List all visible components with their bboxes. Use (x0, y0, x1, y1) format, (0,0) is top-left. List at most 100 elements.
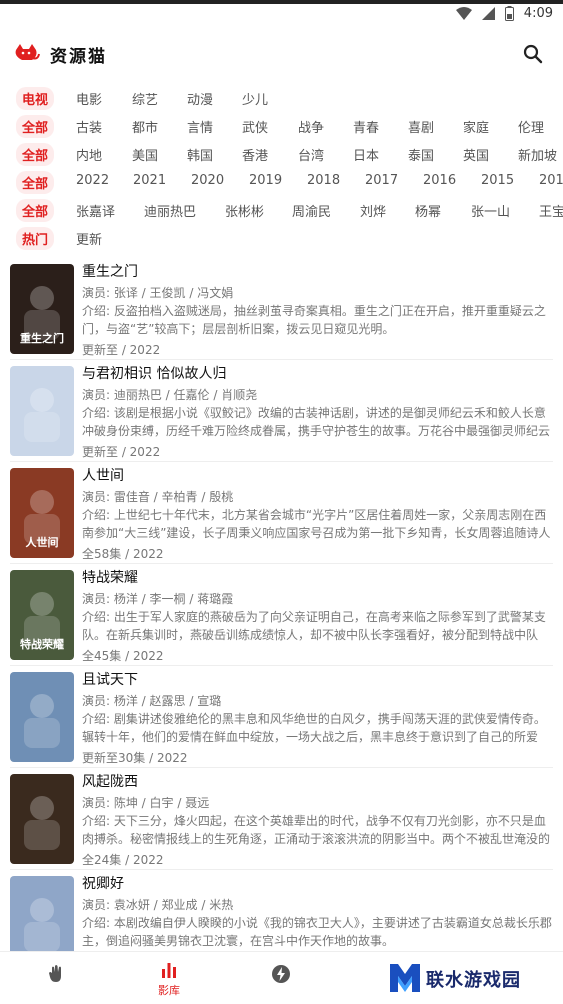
item-description: 介绍: 反盗拍档入盗贼迷局，抽丝剥茧寻奇案真相。重生之门正在开启，推开重重疑云之… (82, 304, 546, 336)
item-cast: 演员: 张译 / 王俊凯 / 冯文娟 (82, 286, 234, 300)
poster-image[interactable]: 人世间 (10, 468, 74, 558)
filter-region-item[interactable]: 日本 (353, 145, 379, 164)
filter-region-item[interactable]: 英国 (463, 145, 489, 164)
filter-year-item[interactable]: 2019 (249, 173, 282, 188)
poster-figure (30, 694, 54, 718)
filter-year-item[interactable]: 2020 (191, 173, 224, 188)
filter-actor-item[interactable]: 王宝强 (539, 201, 563, 220)
poster-image[interactable] (10, 876, 74, 951)
filter-type-movie[interactable]: 电影 (76, 89, 102, 108)
poster-image[interactable] (10, 366, 74, 456)
poster-figure (30, 898, 54, 922)
poster-figure-body (24, 922, 60, 951)
filter-actor-item[interactable]: 周渝民 (292, 201, 331, 220)
filter-year-item[interactable]: 2022 (76, 173, 109, 188)
filter-region-item[interactable]: 香港 (242, 145, 268, 164)
item-meta: 更新至 / 2022 (82, 445, 161, 459)
nav-discover[interactable] (236, 952, 326, 1004)
poster-figure (30, 286, 54, 310)
filter-region-item[interactable]: 新加坡 (518, 145, 557, 164)
filter-row-actor: 全部 张嘉译 迪丽热巴 张彬彬 周渝民 刘烨 杨幂 张一山 王宝强 (0, 196, 563, 224)
nav-home[interactable] (12, 952, 102, 1004)
poster-title: 特战荣耀 (20, 637, 64, 651)
filter-region-item[interactable]: 泰国 (408, 145, 434, 164)
filter-genre-item[interactable]: 都市 (132, 117, 158, 136)
sort-hot[interactable]: 热门 (16, 227, 55, 250)
poster-figure-body (24, 718, 60, 748)
filter-region-item[interactable]: 内地 (76, 145, 102, 164)
item-info: 特战荣耀演员: 杨洋 / 李一桐 / 蒋璐霞介绍: 出生于军人家庭的燕破岳为了向… (82, 568, 553, 665)
sort-updated[interactable]: 更新 (76, 229, 102, 248)
filter-year-item[interactable]: 2014 (539, 173, 563, 188)
list-item[interactable]: 特战荣耀 特战荣耀 演员: 杨洋 / 李一桐 / 蒋璐霞 介绍: 出生于军人家庭的燕破… (10, 564, 553, 666)
filter-genre-item[interactable]: 青春 (353, 117, 379, 136)
filter-genre-all[interactable]: 全部 (16, 115, 55, 138)
item-description: 介绍: 该剧是根据小说《驭鲛记》改编的古装神话剧，讲述的是御灵师纪云禾和鲛人长意… (82, 406, 551, 438)
watermark-text: 联水游戏园 (426, 970, 521, 991)
filter-genre-item[interactable]: 言情 (187, 117, 213, 136)
filter-type-variety[interactable]: 综艺 (132, 89, 158, 108)
item-title: 人世间 (82, 468, 124, 484)
filter-genre-item[interactable]: 武侠 (242, 117, 268, 136)
filter-year-item[interactable]: 2017 (365, 173, 398, 188)
list-item[interactable]: 祝卿好 演员: 袁冰妍 / 郑业成 / 米热 介绍: 本剧改编自伊人睽睽的小说《我的… (10, 870, 553, 951)
nav-library[interactable]: 影库 (124, 952, 214, 1004)
item-cast: 演员: 杨洋 / 李一桐 / 蒋璐霞 (82, 592, 234, 606)
filter-actor-all[interactable]: 全部 (16, 199, 55, 222)
item-description: 介绍: 天下三分，烽火四起，在这个英雄辈出的时代，战争不仅有刀光剑影，亦不只是血… (82, 814, 551, 846)
item-title: 与君初相识 恰似故人归 (82, 366, 227, 382)
item-meta: 全24集 / 2022 (82, 853, 164, 867)
filter-genre-item[interactable]: 古装 (76, 117, 102, 136)
item-title: 且试天下 (82, 672, 138, 688)
filter-year-item[interactable]: 2016 (423, 173, 456, 188)
search-icon[interactable] (521, 42, 545, 66)
filter-actor-item[interactable]: 杨幂 (415, 201, 441, 220)
filter-actor-item[interactable]: 张彬彬 (225, 201, 264, 220)
item-info: 与君初相识 恰似故人归 演员: 迪丽热巴 / 任嘉伦 / 肖顺尧 介绍: 该剧是根据… (82, 364, 553, 461)
filter-type-tv[interactable]: 电视 (16, 87, 55, 110)
filter-year-item[interactable]: 2015 (481, 173, 514, 188)
list-item[interactable]: 风起陇西 演员: 陈坤 / 白宇 / 聂远 介绍: 天下三分，烽火四起，在这个英雄辈… (10, 768, 553, 870)
filter-year-item[interactable]: 2018 (307, 173, 340, 188)
nav-library-label: 影库 (158, 984, 180, 997)
filter-actor-item[interactable]: 刘烨 (360, 201, 386, 220)
filter-type-anime[interactable]: 动漫 (187, 89, 213, 108)
poster-image[interactable] (10, 774, 74, 864)
poster-figure (30, 592, 54, 616)
item-description: 介绍: 剧集讲述俊雅绝伦的黑丰息和风华绝世的白风夕，携手闯荡天涯的武侠爱情传奇。… (82, 712, 546, 744)
item-meta: 更新至30集 / 2022 (82, 751, 188, 765)
item-meta: 更新至 / 2022 (82, 343, 161, 357)
filter-actor-item[interactable]: 张一山 (471, 201, 510, 220)
filter-genre-item[interactable]: 战争 (298, 117, 324, 136)
item-description: 介绍: 出生于军人家庭的燕破岳为了向父亲证明自己，在高考来临之际参军到了武警某支… (82, 610, 546, 642)
filter-region-item[interactable]: 韩国 (187, 145, 213, 164)
filter-genre-item[interactable]: 家庭 (463, 117, 489, 136)
filter-region-item[interactable]: 美国 (132, 145, 158, 164)
filter-row-region: 全部 内地 美国 韩国 香港 台湾 日本 泰国 英国 新加坡 (0, 140, 563, 168)
filter-actor-item[interactable]: 迪丽热巴 (144, 201, 196, 220)
list-item[interactable]: 且试天下 演员: 杨洋 / 赵露思 / 宣璐 介绍: 剧集讲述俊雅绝伦的黑丰息和风华… (10, 666, 553, 768)
filter-genre-item[interactable]: 喜剧 (408, 117, 434, 136)
poster-image[interactable]: 特战荣耀 (10, 570, 74, 660)
item-info: 重生之门 演员: 张译 / 王俊凯 / 冯文娟 介绍: 反盗拍档入盗贼迷局，抽丝剥茧… (82, 262, 553, 359)
filter-row-genre: 全部 古装 都市 言情 武侠 战争 青春 喜剧 家庭 伦理 (0, 112, 563, 140)
list-item[interactable]: 与君初相识 恰似故人归 演员: 迪丽热巴 / 任嘉伦 / 肖顺尧 介绍: 该剧是根据… (10, 360, 553, 462)
battery-icon (504, 6, 514, 21)
filter-region-all[interactable]: 全部 (16, 143, 55, 166)
filter-year-item[interactable]: 2021 (133, 173, 166, 188)
signal-icon (481, 7, 495, 20)
filter-genre-item[interactable]: 伦理 (518, 117, 544, 136)
item-title: 特战荣耀 (82, 570, 138, 586)
list-item[interactable]: 人世间 人世间 演员: 雷佳音 / 辛柏青 / 殷桃 介绍: 上世纪七十年代末，北方某… (10, 462, 553, 564)
filter-row-sort: 热门 更新 (0, 224, 563, 252)
app-bar: 资源猫 (0, 34, 563, 74)
filter-year-all[interactable]: 全部 (16, 171, 55, 194)
poster-image[interactable] (10, 672, 74, 762)
filter-type-kids[interactable]: 少儿 (242, 89, 268, 108)
filter-actor-item[interactable]: 张嘉译 (76, 201, 115, 220)
filter-region-item[interactable]: 台湾 (298, 145, 324, 164)
watermark: 联水游戏园 (388, 958, 558, 1000)
poster-image[interactable]: 重生之门 (10, 264, 74, 354)
list-item[interactable]: 重生之门 重生之门 演员: 张译 / 王俊凯 / 冯文娟 介绍: 反盗拍档入盗贼迷局，… (10, 258, 553, 360)
item-description: 介绍: 本剧改编自伊人睽睽的小说《我的锦衣卫大人》，主要讲述了古装霸道女总裁长乐… (82, 916, 552, 948)
